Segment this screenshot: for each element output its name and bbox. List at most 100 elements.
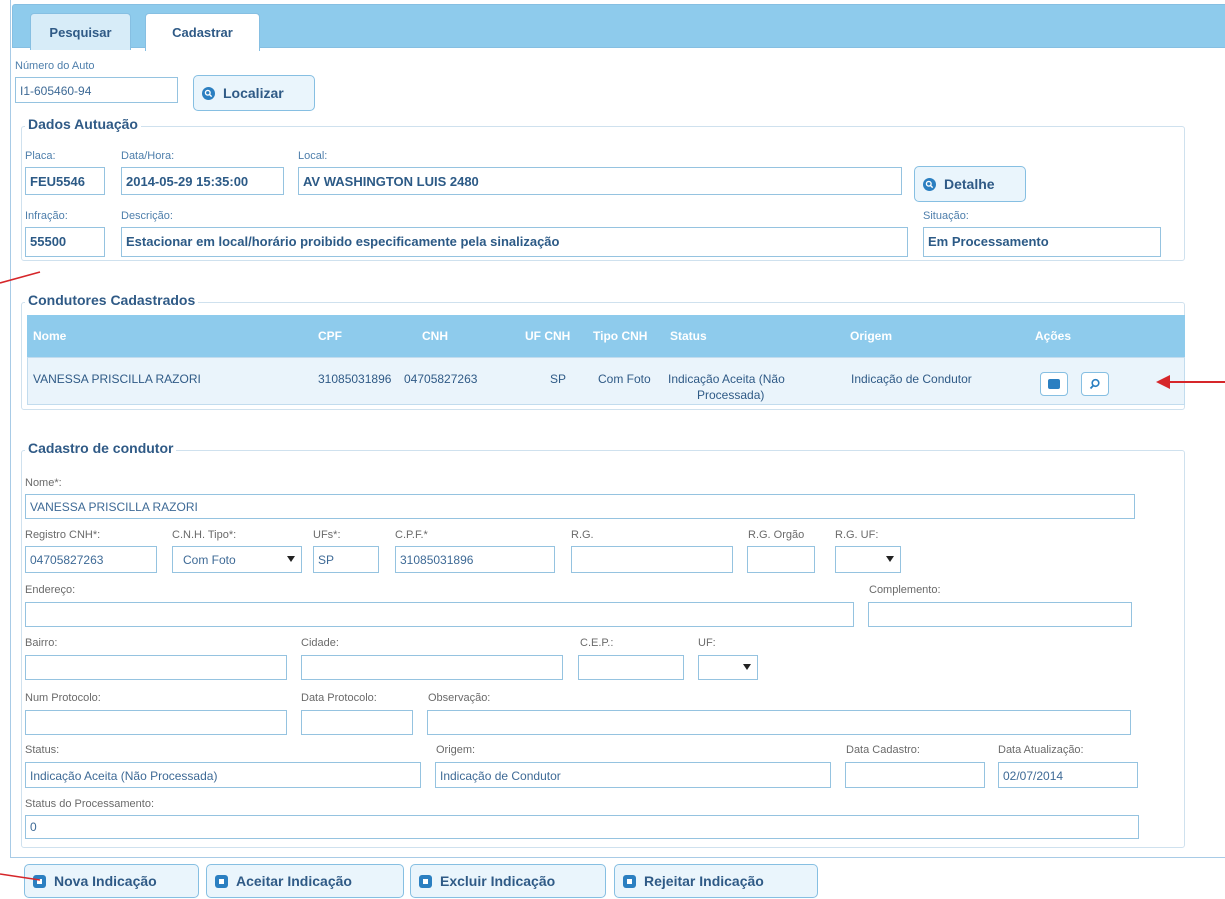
- localizar-label: Localizar: [223, 85, 284, 101]
- data-atualizacao-input[interactable]: 02/07/2014: [998, 762, 1138, 788]
- uf-select[interactable]: [698, 655, 758, 680]
- local-field[interactable]: AV WASHINGTON LUIS 2480: [298, 167, 902, 195]
- complemento-label: Complemento:: [869, 584, 941, 596]
- chevron-down-icon: [743, 664, 751, 670]
- rg-uf-select[interactable]: [835, 546, 901, 573]
- data-cadastro-input[interactable]: [845, 762, 985, 788]
- col-cnh[interactable]: CNH: [422, 329, 448, 343]
- col-status[interactable]: Status: [670, 329, 707, 343]
- nome-label: Nome*:: [25, 477, 62, 489]
- origem-input[interactable]: Indicação de Condutor: [435, 762, 831, 788]
- origem-label: Origem:: [436, 744, 476, 756]
- detalhe-button[interactable]: Detalhe: [914, 166, 1026, 202]
- row-uf-cnh: SP: [550, 372, 567, 386]
- data-protocolo-label: Data Protocolo:: [301, 692, 377, 704]
- col-cpf[interactable]: CPF: [318, 329, 342, 343]
- data-protocolo-input[interactable]: [301, 710, 413, 735]
- infracao-label: Infração:: [25, 210, 68, 222]
- localizar-button[interactable]: Localizar: [193, 75, 315, 111]
- print-button[interactable]: [1040, 372, 1068, 396]
- cnh-tipo-select[interactable]: Com Foto: [172, 546, 302, 573]
- tab-cadastrar[interactable]: Cadastrar: [145, 13, 260, 51]
- rg-label: R.G.: [571, 529, 594, 541]
- nova-indicacao-button[interactable]: Nova Indicação: [24, 864, 199, 898]
- col-uf-cnh[interactable]: UF CNH: [525, 329, 570, 343]
- cadastro-legend: Cadastro de condutor: [25, 440, 177, 456]
- col-tipo-cnh[interactable]: Tipo CNH: [593, 329, 647, 343]
- datahora-field[interactable]: 2014-05-29 15:35:00: [121, 167, 284, 195]
- descricao-field[interactable]: Estacionar em local/horário proibido esp…: [121, 227, 908, 257]
- cnh-tipo-value: Com Foto: [183, 553, 236, 567]
- datahora-label: Data/Hora:: [121, 150, 175, 162]
- cpf-input[interactable]: 31085031896: [395, 546, 555, 573]
- chevron-down-icon: [287, 556, 295, 562]
- row-status-line1: Indicação Aceita (Não: [668, 372, 785, 386]
- bairro-label: Bairro:: [25, 637, 58, 649]
- row-tipo-cnh: Com Foto: [598, 372, 651, 386]
- protocolo-label: Num Protocolo:: [25, 692, 101, 704]
- auto-label: Número do Auto: [15, 60, 95, 72]
- data-atualizacao-label: Data Atualização:: [998, 744, 1084, 756]
- nome-input[interactable]: VANESSA PRISCILLA RAZORI: [25, 494, 1135, 519]
- condutores-grid-header: Nome CPF CNH UF CNH Tipo CNH Status Orig…: [27, 315, 1185, 357]
- aceitar-indicacao-button[interactable]: Aceitar Indicação: [206, 864, 404, 898]
- document-icon: [419, 874, 432, 888]
- cpf-label: C.P.F.*: [395, 529, 428, 541]
- cnh-tipo-label: C.N.H. Tipo*:: [172, 529, 237, 541]
- row-origem: Indicação de Condutor: [851, 372, 972, 386]
- document-icon: [623, 874, 636, 888]
- cidade-input[interactable]: [301, 655, 563, 680]
- condutores-legend: Condutores Cadastrados: [25, 292, 199, 308]
- bairro-input[interactable]: [25, 655, 287, 680]
- observacao-input[interactable]: [427, 710, 1131, 735]
- excluir-indicacao-button[interactable]: Excluir Indicação: [410, 864, 606, 898]
- cep-input[interactable]: [578, 655, 684, 680]
- tab-cadastrar-label: Cadastrar: [172, 25, 233, 40]
- cidade-label: Cidade:: [301, 637, 339, 649]
- tab-pesquisar[interactable]: Pesquisar: [30, 13, 131, 50]
- status-input[interactable]: Indicação Aceita (Não Processada): [25, 762, 421, 788]
- situacao-field[interactable]: Em Processamento: [923, 227, 1161, 257]
- status-processamento-input[interactable]: 0: [25, 815, 1139, 839]
- protocolo-input[interactable]: [25, 710, 287, 735]
- view-details-button[interactable]: [1081, 372, 1109, 396]
- aceitar-indicacao-label: Aceitar Indicação: [236, 873, 352, 889]
- endereco-label: Endereço:: [25, 584, 76, 596]
- col-acoes: Ações: [1035, 329, 1072, 343]
- search-icon: [923, 177, 936, 191]
- ufs-label: UFs*:: [313, 529, 341, 541]
- row-nome: VANESSA PRISCILLA RAZORI: [33, 372, 201, 386]
- col-nome[interactable]: Nome: [33, 329, 66, 343]
- dados-autuacao-legend: Dados Autuação: [25, 116, 141, 132]
- excluir-indicacao-label: Excluir Indicação: [440, 873, 556, 889]
- rg-input[interactable]: [571, 546, 733, 573]
- situacao-label: Situação:: [923, 210, 969, 222]
- rg-uf-label: R.G. UF:: [835, 529, 879, 541]
- search-icon: [1089, 378, 1100, 390]
- ufs-input[interactable]: SP: [313, 546, 379, 573]
- rejeitar-indicacao-button[interactable]: Rejeitar Indicação: [614, 864, 818, 898]
- placa-label: Placa:: [25, 150, 56, 162]
- search-icon: [202, 86, 215, 100]
- tab-bar: Pesquisar Cadastrar: [12, 4, 1225, 51]
- document-icon: [215, 874, 228, 888]
- document-icon: [33, 874, 46, 888]
- nova-indicacao-label: Nova Indicação: [54, 873, 157, 889]
- placa-field[interactable]: FEU5546: [25, 167, 105, 195]
- complemento-input[interactable]: [868, 602, 1132, 627]
- infracao-field[interactable]: 55500: [25, 227, 105, 257]
- endereco-input[interactable]: [25, 602, 854, 627]
- row-cpf: 31085031896: [318, 372, 392, 386]
- rg-orgao-input[interactable]: [747, 546, 815, 573]
- auto-number-input[interactable]: I1-605460-94: [15, 77, 178, 103]
- rg-orgao-label: R.G. Orgão: [748, 529, 805, 541]
- observacao-label: Observação:: [428, 692, 491, 704]
- col-origem[interactable]: Origem: [850, 329, 892, 343]
- table-row[interactable]: VANESSA PRISCILLA RAZORI 31085031896 047…: [27, 357, 1185, 405]
- row-status-line2: Processada): [697, 388, 765, 402]
- uf-label: UF:: [698, 637, 716, 649]
- row-cnh: 04705827263: [404, 372, 478, 386]
- cnh-input[interactable]: 04705827263: [25, 546, 157, 573]
- status-processamento-label: Status do Processamento:: [25, 798, 155, 810]
- descricao-label: Descrição:: [121, 210, 173, 222]
